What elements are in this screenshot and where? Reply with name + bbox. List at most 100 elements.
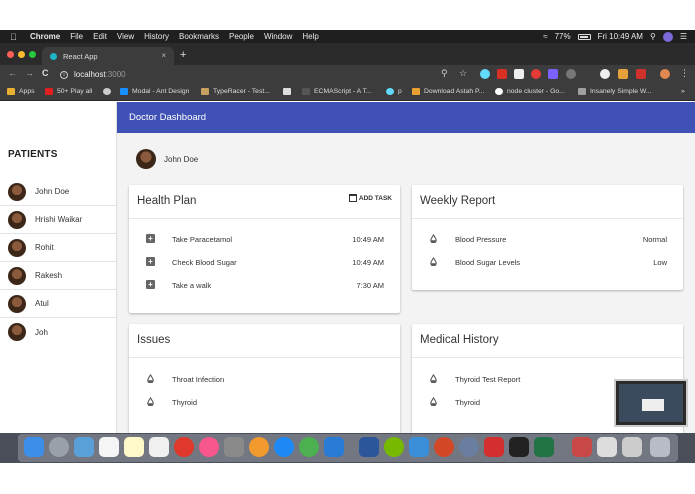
heart-app-icon[interactable] (572, 437, 592, 457)
extension-move-icon[interactable] (600, 69, 610, 79)
bookmark-globe[interactable] (103, 88, 115, 95)
close-window-button[interactable] (7, 51, 14, 58)
launchpad-icon[interactable] (49, 437, 69, 457)
report-row[interactable]: Blood Sugar Levels Low (412, 255, 683, 269)
menu-list-icon[interactable]: ☰ (680, 32, 687, 41)
bookmark-label: 50+ Play all (57, 88, 93, 95)
preview-icon[interactable] (74, 437, 94, 457)
maximize-window-button[interactable] (29, 51, 36, 58)
bookmark-ecmascript[interactable]: ECMAScript - A T... (302, 88, 372, 95)
quicktime-icon[interactable] (459, 437, 479, 457)
extension-orange-icon[interactable] (618, 69, 628, 79)
report-row[interactable]: Blood Pressure Normal (412, 232, 683, 246)
history-label: Thyroid (455, 397, 481, 407)
vscode-icon[interactable] (324, 437, 344, 457)
menu-file[interactable]: File (70, 32, 83, 41)
window-thumbnail-icon[interactable] (597, 437, 617, 457)
spotlight-icon[interactable]: ⚲ (650, 32, 656, 41)
patient-name: Atul (35, 299, 49, 308)
calendar-app-icon[interactable] (99, 437, 119, 457)
menu-help[interactable]: Help (302, 32, 318, 41)
patient-item[interactable]: John Doe (0, 178, 117, 206)
extension-acrobat-icon[interactable] (636, 69, 646, 79)
trash-icon[interactable] (650, 437, 670, 457)
folder-icon (412, 88, 420, 95)
plus-box-icon[interactable]: + (146, 234, 155, 243)
extension-multicolor-icon[interactable] (548, 69, 558, 79)
task-row[interactable]: + Check Blood Sugar 10:49 AM (129, 255, 400, 269)
bookmark-apps[interactable]: Apps (7, 88, 35, 95)
menu-view[interactable]: View (117, 32, 134, 41)
profile-avatar-icon[interactable] (660, 69, 670, 79)
bookmark-star-icon[interactable]: ☆ (459, 68, 467, 79)
menu-app-name[interactable]: Chrome (30, 32, 60, 41)
add-task-button[interactable]: ADD TASK (348, 194, 392, 202)
window-thumbnail-icon[interactable] (622, 437, 642, 457)
patient-item[interactable]: Joh (0, 318, 117, 346)
notes-icon[interactable] (124, 437, 144, 457)
finder-icon[interactable] (24, 437, 44, 457)
forward-icon[interactable]: → (25, 68, 34, 78)
extension-gray-icon[interactable] (566, 69, 576, 79)
bookmark-typeracer[interactable]: TypeRacer - Test... (201, 88, 270, 95)
minimize-window-button[interactable] (18, 51, 25, 58)
bookmark-insanely-simple[interactable]: Insanely Simple W... (578, 88, 652, 95)
xcode-icon[interactable] (409, 437, 429, 457)
app-store-icon[interactable] (274, 437, 294, 457)
wifi-icon[interactable]: ≈ (543, 32, 547, 41)
books-icon[interactable] (249, 437, 269, 457)
terminal-icon[interactable] (509, 437, 529, 457)
patient-item[interactable]: Rohit (0, 234, 117, 262)
bookmark-blank[interactable] (283, 88, 295, 95)
tab-close-icon[interactable]: × (161, 51, 166, 60)
menu-people[interactable]: People (229, 32, 254, 41)
task-row[interactable]: + Take a walk 7:30 AM (129, 278, 400, 292)
excel-icon[interactable] (534, 437, 554, 457)
chrome-menu-icon[interactable]: ⋮ (680, 68, 689, 79)
site-info-icon[interactable]: i (60, 70, 68, 79)
bookmark-astah[interactable]: Download Astah P... (412, 88, 484, 95)
bookmark-play-all[interactable]: 50+ Play all (45, 88, 92, 95)
issue-row[interactable]: Thyroid (129, 395, 400, 409)
address-bar[interactable]: i localhost:3000 (60, 68, 470, 81)
new-tab-button[interactable]: + (180, 49, 186, 61)
menu-history[interactable]: History (144, 32, 169, 41)
siri-icon[interactable] (662, 31, 673, 42)
zoom-search-icon[interactable]: ⚲ (441, 68, 448, 79)
react-devtools-icon[interactable] (480, 69, 490, 79)
back-icon[interactable]: ← (8, 68, 17, 78)
music-icon[interactable] (199, 437, 219, 457)
bookmark-p[interactable]: p (386, 88, 402, 95)
patient-item[interactable]: Rakesh (0, 262, 117, 290)
menu-window[interactable]: Window (264, 32, 292, 41)
task-row[interactable]: + Take Paracetamol 10:49 AM (129, 232, 400, 246)
browser-tab[interactable]: React App × (42, 47, 174, 65)
reload-icon[interactable]: C (42, 68, 49, 78)
word-icon[interactable] (359, 437, 379, 457)
no-entry-app-icon[interactable] (174, 437, 194, 457)
system-preferences-icon[interactable] (224, 437, 244, 457)
patient-item[interactable]: Hrishi Waikar (0, 206, 117, 234)
chrome-icon[interactable] (299, 437, 319, 457)
menu-bookmarks[interactable]: Bookmarks (179, 32, 219, 41)
powerpoint-icon[interactable] (434, 437, 454, 457)
reminders-icon[interactable] (149, 437, 169, 457)
bookmarks-overflow-icon[interactable]: » (681, 88, 685, 95)
apple-icon[interactable]:  (10, 32, 20, 42)
patient-item[interactable]: Atul (0, 290, 117, 318)
issue-row[interactable]: Throat Infection (129, 372, 400, 386)
plus-box-icon[interactable]: + (146, 280, 155, 289)
acrobat-icon[interactable] (484, 437, 504, 457)
bookmark-ant-design[interactable]: Modal - Ant Design (120, 88, 189, 95)
extension-record-icon[interactable] (531, 69, 541, 79)
plus-box-icon[interactable]: + (146, 257, 155, 266)
extension-white-icon[interactable] (514, 69, 524, 79)
screenshot-thumbnail[interactable] (614, 379, 688, 427)
menu-edit[interactable]: Edit (93, 32, 107, 41)
battery-icon[interactable] (577, 33, 591, 40)
utorrent-icon[interactable] (384, 437, 404, 457)
extension-red-icon[interactable] (497, 69, 507, 79)
clock[interactable]: Fri 10:49 AM (598, 32, 643, 41)
bookmark-node-cluster[interactable]: node cluster - Go... (495, 88, 565, 95)
youtube-icon (45, 88, 53, 95)
